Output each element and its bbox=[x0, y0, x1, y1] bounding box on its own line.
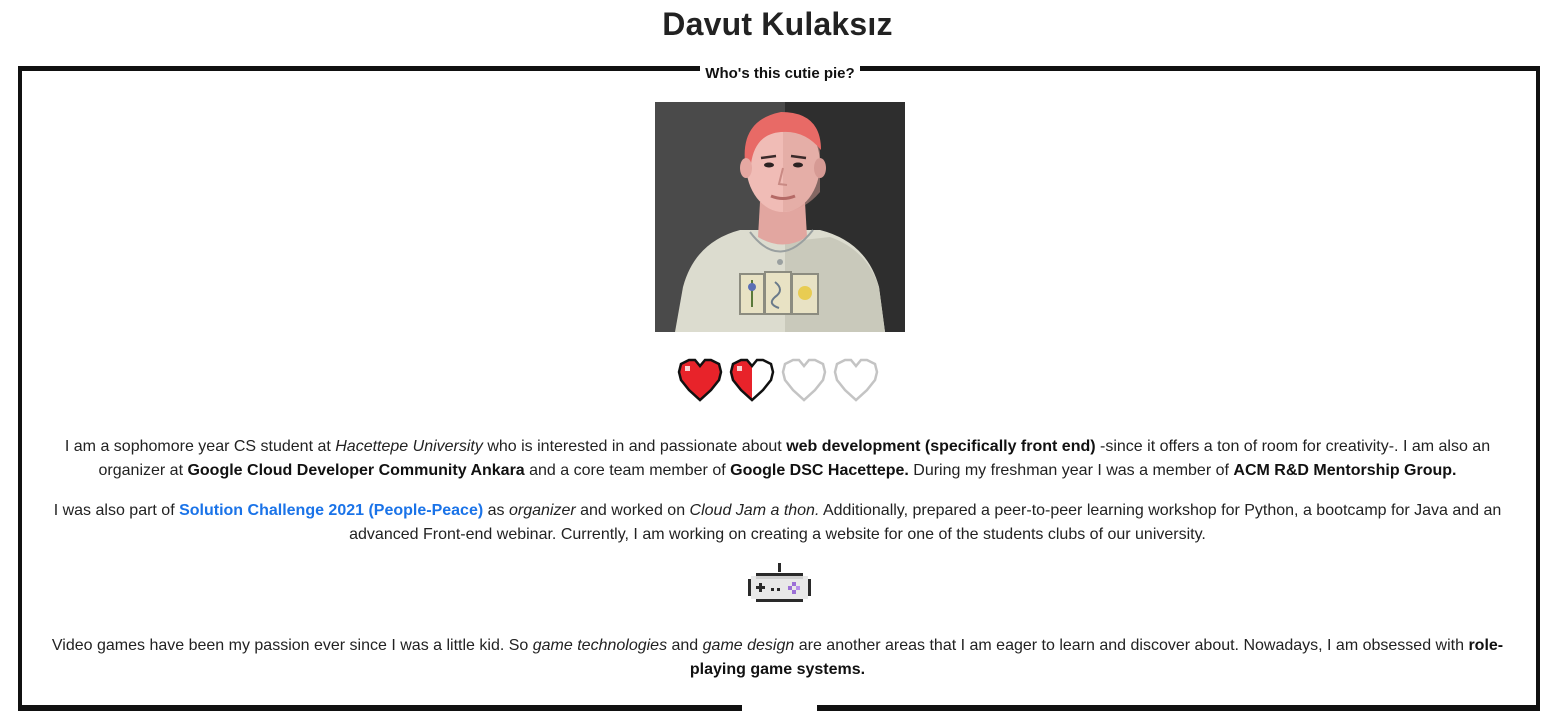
full-heart-icon bbox=[677, 358, 723, 402]
half-heart-icon bbox=[729, 358, 775, 402]
frame-bottom-right-border bbox=[817, 705, 1540, 711]
university-name: Hacettepe University bbox=[335, 438, 483, 455]
gamepad-icon bbox=[748, 563, 811, 602]
profile-portrait bbox=[655, 102, 905, 332]
empty-heart-icon bbox=[781, 358, 827, 402]
frame-bottom-left-border bbox=[18, 705, 742, 711]
frame-top-left-border bbox=[18, 66, 700, 71]
frame-right-border bbox=[1536, 66, 1540, 711]
heart-rating bbox=[677, 358, 882, 402]
section-legend: Who's this cutie pie? bbox=[705, 65, 855, 82]
about-paragraph-education: I am a sophomore year CS student at Hace… bbox=[64, 438, 1491, 479]
about-paragraph-games: Video games have been my passion ever si… bbox=[51, 637, 1504, 678]
acm-group-name: ACM R&D Mentorship Group. bbox=[1233, 462, 1457, 479]
community-name: Google Cloud Developer Community Ankara bbox=[187, 462, 525, 479]
about-paragraph-activities: I was also part of Solution Challenge 20… bbox=[53, 502, 1502, 543]
empty-heart-icon bbox=[833, 358, 879, 402]
page-title: Davut Kulaksız bbox=[662, 6, 893, 42]
interest-highlight: web development (specifically front end) bbox=[786, 438, 1096, 455]
dsc-name: Google DSC Hacettepe. bbox=[730, 462, 909, 479]
frame-left-border bbox=[18, 66, 22, 711]
solution-challenge-link[interactable]: Solution Challenge 2021 (People-Peace) bbox=[179, 502, 483, 519]
frame-top-right-border bbox=[860, 66, 1540, 71]
